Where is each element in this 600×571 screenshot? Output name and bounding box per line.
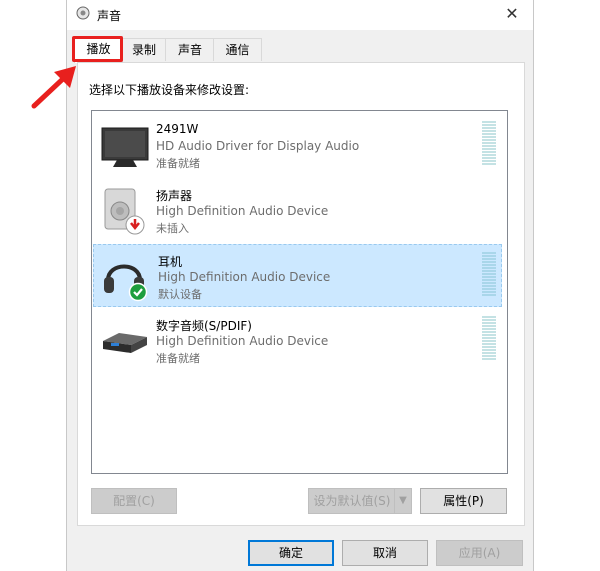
meter-segment xyxy=(482,151,496,153)
meter-segment xyxy=(482,133,496,135)
chevron-down-icon[interactable]: ▼ xyxy=(394,489,411,513)
meter-segment xyxy=(482,334,496,336)
meter-segment xyxy=(482,127,496,129)
meter-segment xyxy=(482,291,496,293)
tab-playback[interactable]: 播放 xyxy=(74,36,123,63)
meter-segment xyxy=(482,346,496,348)
device-name: 耳机 xyxy=(158,255,183,269)
device-item-2491w[interactable]: 2491W HD Audio Driver for Display Audio … xyxy=(92,114,501,177)
meter-segment xyxy=(482,139,496,141)
device-name: 扬声器 xyxy=(156,189,193,203)
device-list[interactable]: 2491W HD Audio Driver for Display Audio … xyxy=(91,110,508,474)
device-status: 未插入 xyxy=(156,222,189,235)
headphones-icon xyxy=(104,264,148,302)
device-status: 准备就绪 xyxy=(156,352,200,365)
meter-segment xyxy=(482,258,496,260)
meter-segment xyxy=(482,358,496,360)
configure-button[interactable]: 配置(C) xyxy=(91,488,177,514)
meter-segment xyxy=(482,273,496,275)
speaker-app-icon xyxy=(76,6,90,20)
tab-communications[interactable]: 通信 xyxy=(213,38,262,61)
device-driver: High Definition Audio Device xyxy=(156,334,329,348)
device-driver: High Definition Audio Device xyxy=(156,204,329,218)
meter-segment xyxy=(482,163,496,165)
set-default-button[interactable]: 设为默认值(S) ▼ xyxy=(308,488,412,514)
tab-sounds[interactable]: 声音 xyxy=(165,38,215,61)
playback-panel: 选择以下播放设备来修改设置: 2491W HD Audio Driver for… xyxy=(77,62,525,526)
device-item-spdif[interactable]: 数字音频(S/PDIF) High Definition Audio Devic… xyxy=(92,309,501,372)
volume-meter xyxy=(482,121,496,167)
meter-segment xyxy=(482,255,496,257)
tab-recording[interactable]: 录制 xyxy=(121,38,167,61)
meter-segment xyxy=(482,343,496,345)
meter-segment xyxy=(482,252,496,254)
meter-segment xyxy=(482,267,496,269)
set-default-label: 设为默认值(S) xyxy=(313,494,391,508)
meter-segment xyxy=(482,148,496,150)
device-name: 数字音频(S/PDIF) xyxy=(156,319,252,333)
meter-segment xyxy=(482,261,496,263)
device-status: 默认设备 xyxy=(158,288,202,301)
meter-segment xyxy=(482,322,496,324)
meter-segment xyxy=(482,279,496,281)
window-title: 声音 xyxy=(97,9,122,23)
monitor-icon xyxy=(101,127,149,167)
meter-segment xyxy=(482,270,496,272)
apply-button[interactable]: 应用(A) xyxy=(436,540,523,566)
meter-segment xyxy=(482,276,496,278)
meter-segment xyxy=(482,316,496,318)
meter-segment xyxy=(482,157,496,159)
meter-segment xyxy=(482,288,496,290)
device-name: 2491W xyxy=(156,122,199,136)
meter-segment xyxy=(482,328,496,330)
meter-segment xyxy=(482,352,496,354)
meter-segment xyxy=(482,294,496,296)
meter-segment xyxy=(482,349,496,351)
close-button[interactable]: ✕ xyxy=(499,3,525,25)
device-driver: High Definition Audio Device xyxy=(158,270,331,284)
meter-segment xyxy=(482,121,496,123)
device-driver: HD Audio Driver for Display Audio xyxy=(156,139,360,153)
meter-segment xyxy=(482,142,496,144)
meter-segment xyxy=(482,340,496,342)
instruction-text: 选择以下播放设备来修改设置: xyxy=(89,83,250,97)
meter-segment xyxy=(482,124,496,126)
device-item-speaker[interactable]: 扬声器 High Definition Audio Device 未插入 xyxy=(92,179,501,242)
volume-meter xyxy=(482,316,496,362)
digital-audio-icon xyxy=(103,333,147,353)
sound-dialog: 声音 ✕ 播放 录制 声音 通信 选择以下播放设备来修改设置: 2491W HD… xyxy=(66,0,534,571)
meter-segment xyxy=(482,154,496,156)
device-status: 准备就绪 xyxy=(156,157,200,170)
speaker-icon xyxy=(104,188,145,235)
ok-button[interactable]: 确定 xyxy=(248,540,334,566)
device-item-headphones[interactable]: 耳机 High Definition Audio Device 默认设备 xyxy=(93,244,502,307)
meter-segment xyxy=(482,136,496,138)
meter-segment xyxy=(482,337,496,339)
properties-button[interactable]: 属性(P) xyxy=(420,488,507,514)
meter-segment xyxy=(482,331,496,333)
meter-segment xyxy=(482,130,496,132)
meter-segment xyxy=(482,355,496,357)
cancel-button[interactable]: 取消 xyxy=(342,540,428,566)
meter-segment xyxy=(482,160,496,162)
meter-segment xyxy=(482,264,496,266)
volume-meter xyxy=(482,252,496,298)
meter-segment xyxy=(482,285,496,287)
meter-segment xyxy=(482,145,496,147)
meter-segment xyxy=(482,319,496,321)
meter-segment xyxy=(482,325,496,327)
meter-segment xyxy=(482,282,496,284)
title-bar[interactable]: 声音 ✕ xyxy=(67,0,533,30)
